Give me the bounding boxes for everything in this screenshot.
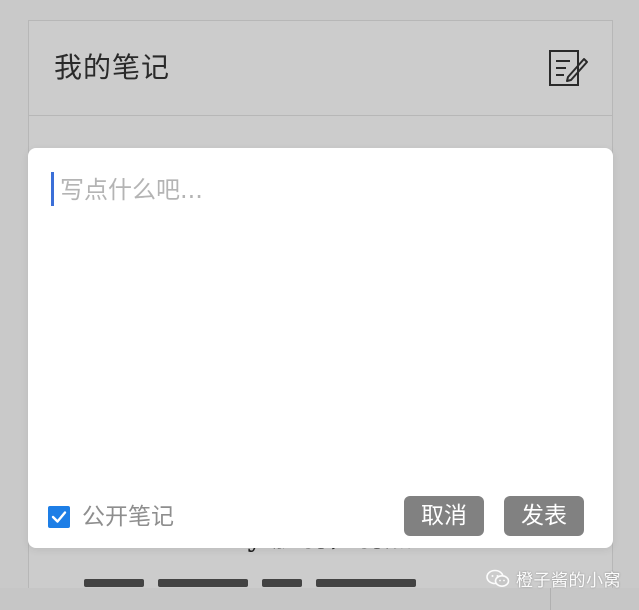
public-note-label: 公开笔记 (82, 504, 174, 530)
compose-edit-icon[interactable] (546, 47, 590, 91)
bottom-divider (550, 588, 551, 610)
publish-button[interactable]: 发表 (504, 496, 584, 536)
public-note-checkbox[interactable]: 公开笔记 (48, 502, 174, 532)
cancel-button[interactable]: 取消 (404, 496, 484, 536)
watermark-text: 橙子酱的小窝 (516, 571, 621, 591)
watermark: 橙子酱的小窝 (486, 566, 621, 591)
wechat-icon (486, 569, 510, 587)
bottom-strip (0, 588, 639, 610)
checkbox-checked-icon[interactable] (48, 506, 70, 528)
note-textarea[interactable] (50, 170, 590, 480)
notes-header: 我的笔记 (29, 21, 612, 116)
note-editor-dialog: 公开笔记 取消 发表 (28, 148, 613, 548)
background-note-text-cut (84, 572, 464, 588)
page-title: 我的笔记 (54, 51, 171, 84)
